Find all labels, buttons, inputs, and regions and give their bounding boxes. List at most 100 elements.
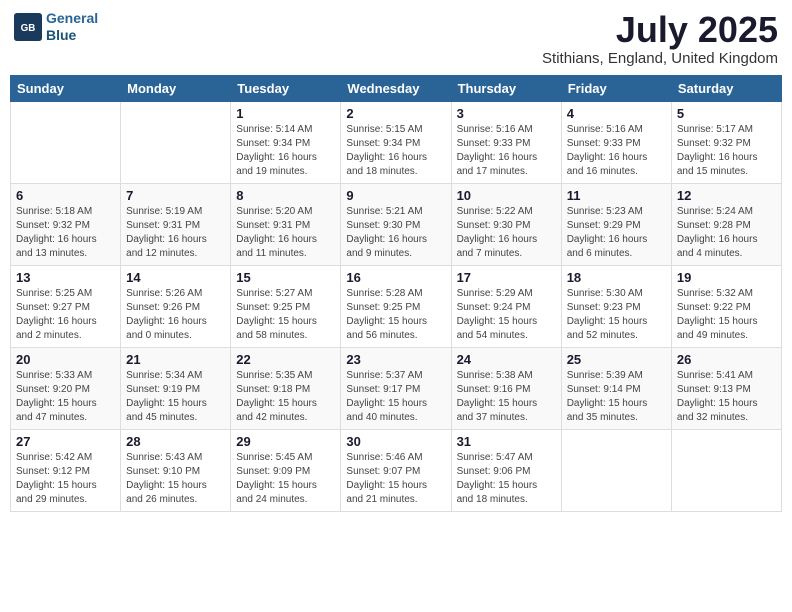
day-info: Sunrise: 5:35 AM Sunset: 9:18 PM Dayligh… <box>236 369 335 425</box>
day-info: Sunrise: 5:15 AM Sunset: 9:34 PM Dayligh… <box>346 123 445 179</box>
day-info: Sunrise: 5:46 AM Sunset: 9:07 PM Dayligh… <box>346 451 445 507</box>
calendar-day-cell: 9 Sunrise: 5:21 AM Sunset: 9:30 PM Daylig… <box>341 183 451 265</box>
day-info: Sunrise: 5:42 AM Sunset: 9:12 PM Dayligh… <box>16 451 115 507</box>
calendar-day-cell: 12 Sunrise: 5:24 AM Sunset: 9:28 PM Dayli… <box>671 183 781 265</box>
day-number: 11 <box>567 188 666 203</box>
day-number: 27 <box>16 434 115 449</box>
day-number: 10 <box>457 188 556 203</box>
calendar-table: SundayMondayTuesdayWednesdayThursdayFrid… <box>10 75 782 512</box>
day-info: Sunrise: 5:41 AM Sunset: 9:13 PM Dayligh… <box>677 369 776 425</box>
calendar-day-cell: 7 Sunrise: 5:19 AM Sunset: 9:31 PM Daylig… <box>121 183 231 265</box>
logo-text-line2: Blue <box>46 27 98 44</box>
calendar-day-cell: 6 Sunrise: 5:18 AM Sunset: 9:32 PM Daylig… <box>11 183 121 265</box>
calendar-day-cell: 31Sunrise: 5:47 AM Sunset: 9:06 PM Dayli… <box>451 429 561 511</box>
calendar-day-cell: 15 Sunrise: 5:27 AM Sunset: 9:25 PM Dayli… <box>231 265 341 347</box>
calendar-day-cell: 3 Sunrise: 5:16 AM Sunset: 9:33 PM Daylig… <box>451 101 561 183</box>
day-of-week-header: Thursday <box>451 75 561 101</box>
day-number: 14 <box>126 270 225 285</box>
day-number: 2 <box>346 106 445 121</box>
day-info: Sunrise: 5:30 AM Sunset: 9:23 PM Dayligh… <box>567 287 666 343</box>
day-number: 19 <box>677 270 776 285</box>
day-number: 7 <box>126 188 225 203</box>
day-info: Sunrise: 5:19 AM Sunset: 9:31 PM Dayligh… <box>126 205 225 261</box>
logo-text-line1: General <box>46 10 98 27</box>
day-info: Sunrise: 5:24 AM Sunset: 9:28 PM Dayligh… <box>677 205 776 261</box>
day-number: 6 <box>16 188 115 203</box>
day-info: Sunrise: 5:17 AM Sunset: 9:32 PM Dayligh… <box>677 123 776 179</box>
day-info: Sunrise: 5:38 AM Sunset: 9:16 PM Dayligh… <box>457 369 556 425</box>
calendar-week-row: 1 Sunrise: 5:14 AM Sunset: 9:34 PM Daylig… <box>11 101 782 183</box>
calendar-day-cell <box>11 101 121 183</box>
calendar-week-row: 13 Sunrise: 5:25 AM Sunset: 9:27 PM Dayli… <box>11 265 782 347</box>
day-number: 13 <box>16 270 115 285</box>
day-info: Sunrise: 5:25 AM Sunset: 9:27 PM Dayligh… <box>16 287 115 343</box>
calendar-day-cell <box>121 101 231 183</box>
day-info: Sunrise: 5:18 AM Sunset: 9:32 PM Dayligh… <box>16 205 115 261</box>
calendar-week-row: 20 Sunrise: 5:33 AM Sunset: 9:20 PM Dayli… <box>11 347 782 429</box>
calendar-day-cell: 17 Sunrise: 5:29 AM Sunset: 9:24 PM Dayli… <box>451 265 561 347</box>
calendar-day-cell: 20 Sunrise: 5:33 AM Sunset: 9:20 PM Dayli… <box>11 347 121 429</box>
day-number: 12 <box>677 188 776 203</box>
calendar-day-cell <box>671 429 781 511</box>
day-info: Sunrise: 5:20 AM Sunset: 9:31 PM Dayligh… <box>236 205 335 261</box>
day-info: Sunrise: 5:39 AM Sunset: 9:14 PM Dayligh… <box>567 369 666 425</box>
calendar-day-cell: 4Sunrise: 5:16 AM Sunset: 9:33 PM Daylig… <box>561 101 671 183</box>
day-info: Sunrise: 5:29 AM Sunset: 9:24 PM Dayligh… <box>457 287 556 343</box>
day-number: 1 <box>236 106 335 121</box>
calendar-day-cell: 16Sunrise: 5:28 AM Sunset: 9:25 PM Dayli… <box>341 265 451 347</box>
day-number: 20 <box>16 352 115 367</box>
month-title: July 2025 <box>542 10 778 50</box>
day-info: Sunrise: 5:23 AM Sunset: 9:29 PM Dayligh… <box>567 205 666 261</box>
day-info: Sunrise: 5:26 AM Sunset: 9:26 PM Dayligh… <box>126 287 225 343</box>
day-number: 4 <box>567 106 666 121</box>
day-info: Sunrise: 5:34 AM Sunset: 9:19 PM Dayligh… <box>126 369 225 425</box>
day-info: Sunrise: 5:16 AM Sunset: 9:33 PM Dayligh… <box>457 123 556 179</box>
day-number: 8 <box>236 188 335 203</box>
calendar-day-cell: 13 Sunrise: 5:25 AM Sunset: 9:27 PM Dayli… <box>11 265 121 347</box>
calendar-day-cell <box>561 429 671 511</box>
svg-text:GB: GB <box>21 23 36 34</box>
day-number: 16 <box>346 270 445 285</box>
day-info: Sunrise: 5:22 AM Sunset: 9:30 PM Dayligh… <box>457 205 556 261</box>
day-info: Sunrise: 5:27 AM Sunset: 9:25 PM Dayligh… <box>236 287 335 343</box>
calendar-day-cell: 22 Sunrise: 5:35 AM Sunset: 9:18 PM Dayli… <box>231 347 341 429</box>
day-number: 17 <box>457 270 556 285</box>
calendar-week-row: 6 Sunrise: 5:18 AM Sunset: 9:32 PM Daylig… <box>11 183 782 265</box>
calendar-day-cell: 29Sunrise: 5:45 AM Sunset: 9:09 PM Dayli… <box>231 429 341 511</box>
calendar-day-cell: 27 Sunrise: 5:42 AM Sunset: 9:12 PM Dayli… <box>11 429 121 511</box>
day-of-week-header: Monday <box>121 75 231 101</box>
day-info: Sunrise: 5:47 AM Sunset: 9:06 PM Dayligh… <box>457 451 556 507</box>
day-info: Sunrise: 5:37 AM Sunset: 9:17 PM Dayligh… <box>346 369 445 425</box>
calendar-day-cell: 14 Sunrise: 5:26 AM Sunset: 9:26 PM Dayli… <box>121 265 231 347</box>
logo: GB General Blue <box>14 10 98 44</box>
day-number: 21 <box>126 352 225 367</box>
day-number: 23 <box>346 352 445 367</box>
calendar-week-row: 27 Sunrise: 5:42 AM Sunset: 9:12 PM Dayli… <box>11 429 782 511</box>
calendar-day-cell: 1 Sunrise: 5:14 AM Sunset: 9:34 PM Daylig… <box>231 101 341 183</box>
calendar-day-cell: 21 Sunrise: 5:34 AM Sunset: 9:19 PM Dayli… <box>121 347 231 429</box>
calendar-day-cell: 5Sunrise: 5:17 AM Sunset: 9:32 PM Daylig… <box>671 101 781 183</box>
calendar-day-cell: 28Sunrise: 5:43 AM Sunset: 9:10 PM Dayli… <box>121 429 231 511</box>
day-number: 3 <box>457 106 556 121</box>
page-header: GB General Blue July 2025 Stithians, Eng… <box>10 10 782 67</box>
day-of-week-header: Wednesday <box>341 75 451 101</box>
day-info: Sunrise: 5:33 AM Sunset: 9:20 PM Dayligh… <box>16 369 115 425</box>
calendar-day-cell: 11 Sunrise: 5:23 AM Sunset: 9:29 PM Dayli… <box>561 183 671 265</box>
calendar-day-cell: 25 Sunrise: 5:39 AM Sunset: 9:14 PM Dayli… <box>561 347 671 429</box>
day-of-week-header: Saturday <box>671 75 781 101</box>
day-number: 15 <box>236 270 335 285</box>
day-info: Sunrise: 5:21 AM Sunset: 9:30 PM Dayligh… <box>346 205 445 261</box>
calendar-day-cell: 19 Sunrise: 5:32 AM Sunset: 9:22 PM Dayli… <box>671 265 781 347</box>
day-info: Sunrise: 5:14 AM Sunset: 9:34 PM Dayligh… <box>236 123 335 179</box>
day-number: 22 <box>236 352 335 367</box>
day-number: 9 <box>346 188 445 203</box>
calendar-day-cell: 30Sunrise: 5:46 AM Sunset: 9:07 PM Dayli… <box>341 429 451 511</box>
day-number: 24 <box>457 352 556 367</box>
calendar-day-cell: 10 Sunrise: 5:22 AM Sunset: 9:30 PM Dayli… <box>451 183 561 265</box>
day-number: 25 <box>567 352 666 367</box>
calendar-day-cell: 24 Sunrise: 5:38 AM Sunset: 9:16 PM Dayli… <box>451 347 561 429</box>
day-of-week-header: Tuesday <box>231 75 341 101</box>
day-info: Sunrise: 5:32 AM Sunset: 9:22 PM Dayligh… <box>677 287 776 343</box>
day-number: 26 <box>677 352 776 367</box>
location: Stithians, England, United Kingdom <box>542 50 778 67</box>
